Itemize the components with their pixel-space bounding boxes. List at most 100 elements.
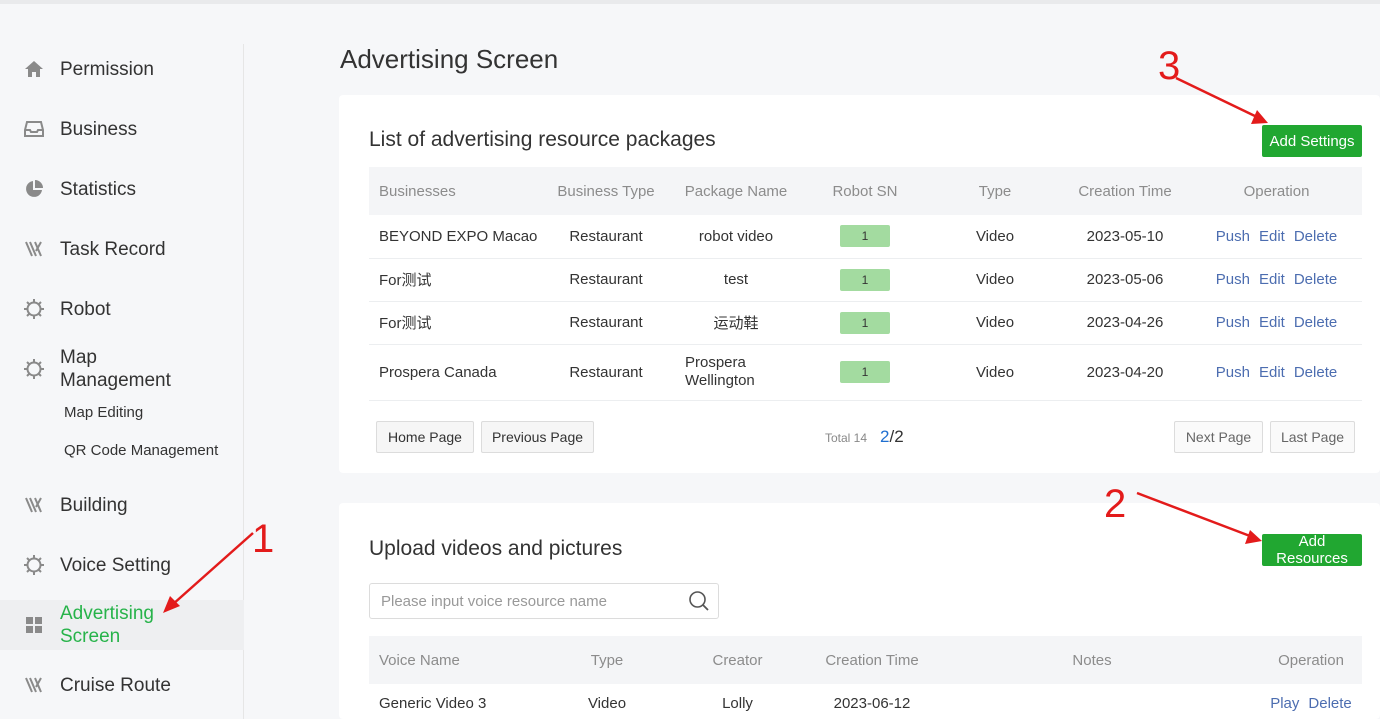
cell-notes [924,684,1260,719]
cell-robot-sn: 1 [799,258,931,302]
pie-chart-icon [23,178,45,200]
inbox-icon [23,118,45,140]
push-link[interactable]: Push [1216,228,1250,245]
column-header: Creation Time [825,651,919,669]
cell-operation: Push Edit Delete [1191,215,1362,259]
cell-business-type: Restaurant [539,258,673,302]
table-row: For测试 Restaurant test 1 Video 2023-05-06… [369,258,1362,302]
add-settings-button[interactable]: Add Settings [1262,125,1362,157]
robot-sn-badge[interactable]: 1 [840,268,890,291]
delete-link[interactable]: Delete [1294,271,1337,288]
cell-creator: Lolly [722,694,753,712]
sidebar-item-business[interactable]: Business [0,118,244,140]
edit-link[interactable]: Edit [1259,364,1285,381]
search-input[interactable] [370,584,670,618]
sidebar-item-robot[interactable]: Robot [0,298,244,320]
sidebar-item-cruise-route[interactable]: Cruise Route [0,674,244,696]
package-table: Businesses Business Type Package Name Ro… [369,167,1362,401]
sidebar-item-label: Robot [60,298,111,320]
cell-robot-sn: 1 [799,301,931,345]
column-header: Business Type [557,182,655,200]
column-header: Voice Name [379,651,460,669]
home-icon [23,58,45,80]
sidebar-subitem-qr-code-management[interactable]: QR Code Management [64,442,218,459]
column-header: Creator [712,651,763,669]
push-link[interactable]: Push [1216,364,1250,381]
home-page-button[interactable]: Home Page [376,421,474,453]
sidebar-item-permission[interactable]: Permission [0,58,244,80]
cell-business: Prospera Canada [369,344,539,401]
cell-package-name: robot video [673,215,799,259]
cell-package-name: Prospera Wellington [673,344,799,401]
sidebar-item-label: Permission [60,58,154,80]
cell-type: Video [587,694,627,712]
column-header: Businesses [379,182,456,200]
sidebar-item-label: Cruise Route [60,674,171,696]
sidebar-item-building[interactable]: Building [0,494,244,516]
resources-table: Voice Name Type Creator Creation Time No… [369,636,1362,719]
sidebar-item-task-record[interactable]: Task Record [0,238,244,260]
route-icon [23,674,45,696]
sidebar-item-statistics[interactable]: Statistics [0,178,244,200]
column-header: Notes [1072,651,1112,669]
resources-title: Upload videos and pictures [369,537,623,560]
cell-package-name: 运动鞋 [673,301,799,345]
sidebar-item-label: Advertising Screen [60,603,154,647]
last-page-button[interactable]: Last Page [1270,421,1355,453]
cell-robot-sn: 1 [799,215,931,259]
cell-type: Video [931,301,1059,345]
edit-link[interactable]: Edit [1259,314,1285,331]
table-row: BEYOND EXPO Macao Restaurant robot video… [369,215,1362,259]
annotation-number-3: 3 [1158,44,1181,88]
edit-link[interactable]: Edit [1259,271,1285,288]
delete-link[interactable]: Delete [1294,228,1337,245]
column-header: Type [978,182,1012,200]
sidebar-item-map-management[interactable]: Map Management [0,346,244,392]
push-link[interactable]: Push [1216,314,1250,331]
cell-voice-name: Generic Video 3 [379,694,487,712]
push-link[interactable]: Push [1216,271,1250,288]
package-name-text: Prospera Wellington [685,354,755,389]
play-link[interactable]: Play [1270,695,1299,712]
sidebar-item-label: Building [60,494,128,516]
cell-business: BEYOND EXPO Macao [369,215,539,259]
column-header: Package Name [684,182,788,200]
delete-link[interactable]: Delete [1308,695,1351,712]
column-header: Operation [1243,182,1310,200]
sidebar-subitem-map-editing[interactable]: Map Editing [64,404,143,421]
cell-creation-time: 2023-04-26 [1059,301,1191,345]
grid-icon [23,614,45,636]
annotation-number-1: 1 [252,517,275,561]
table-row: Prospera Canada Restaurant Prospera Well… [369,344,1362,401]
delete-link[interactable]: Delete [1294,314,1337,331]
robot-sn-badge[interactable]: 1 [840,311,890,334]
cell-package-name: test [673,258,799,302]
search-icon[interactable] [688,590,710,612]
search-box [369,583,719,619]
package-list-title: List of advertising resource packages [369,128,716,151]
cell-business: For测试 [369,301,539,345]
sidebar-item-label: Voice Setting [60,554,171,576]
sidebar-item-advertising-screen[interactable]: Advertising Screen [0,600,244,650]
column-header: Operation [1278,651,1344,669]
building-icon [23,494,45,516]
sidebar-item-voice-setting[interactable]: Voice Setting [0,554,244,576]
cell-operation: Push Edit Delete [1191,258,1362,302]
pagination-total: Total 14 [825,431,868,445]
add-resources-button[interactable]: Add Resources [1262,533,1362,567]
cell-creation-time: 2023-04-20 [1059,344,1191,401]
robot-sn-badge[interactable]: 1 [840,225,890,248]
edit-link[interactable]: Edit [1259,228,1285,245]
cell-creation-time: 2023-05-06 [1059,258,1191,302]
cell-creation-time: 2023-05-10 [1059,215,1191,259]
pagination-current: 2/2 [880,427,904,447]
column-header: Creation Time [1078,182,1172,200]
delete-link[interactable]: Delete [1294,364,1337,381]
next-page-button[interactable]: Next Page [1174,421,1263,453]
cell-creation-time: 2023-06-12 [833,694,911,712]
previous-page-button[interactable]: Previous Page [481,421,594,453]
page-title: Advertising Screen [340,44,559,74]
robot-sn-badge[interactable]: 1 [840,361,890,383]
gear-icon [23,298,45,320]
gear-icon [23,358,45,380]
